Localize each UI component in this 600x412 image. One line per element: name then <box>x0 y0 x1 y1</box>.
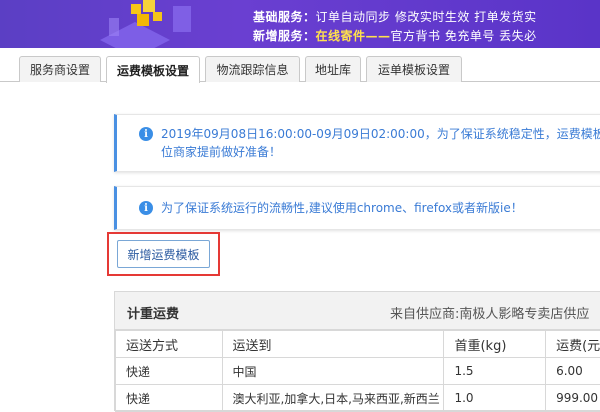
banner-illustration <box>95 0 205 48</box>
cell-first-weight: 1.0 <box>444 385 546 412</box>
cell-fee: 6.00 <box>546 358 600 385</box>
tab-address-book[interactable]: 地址库 <box>305 56 361 82</box>
tab-logistics-tracking[interactable]: 物流跟踪信息 <box>205 56 300 82</box>
header-shipping-method: 运送方式 <box>116 331 223 358</box>
add-shipping-template-button[interactable]: 新增运费模板 <box>117 240 210 268</box>
weight-shipping-panel: 计重运费 来自供应商:南极人影略专卖店供应 运送方式 运送到 首重(kg) 运费… <box>114 291 600 411</box>
tab-provider-settings[interactable]: 服务商设置 <box>19 56 101 82</box>
table-header-row: 运送方式 运送到 首重(kg) 运费(元) <box>116 331 600 358</box>
cell-destination: 中国 <box>222 358 444 385</box>
settings-tabs: 服务商设置 运费模板设置 物流跟踪信息 地址库 运单模板设置 <box>0 56 600 82</box>
tab-waybill-template-settings[interactable]: 运单模板设置 <box>366 56 462 82</box>
add-template-highlight: 新增运费模板 <box>107 232 220 276</box>
tab-shipping-template-settings[interactable]: 运费模板设置 <box>106 56 200 83</box>
new-service-highlight[interactable]: 在线寄件—— <box>316 29 391 43</box>
service-banner: 基础服务：订单自动同步 修改实时生效 打单发货实 新增服务：在线寄件——官方背书… <box>0 0 600 48</box>
new-service-label: 新增服务： <box>253 29 316 43</box>
banner-line-new: 新增服务：在线寄件——官方背书 免充单号 丢失必 <box>253 27 537 44</box>
cell-first-weight: 1.5 <box>444 358 546 385</box>
notice-line: 位商家提前做好准备！ <box>161 143 600 161</box>
panel-title: 计重运费 <box>127 303 179 322</box>
table-row: 快递 澳大利亚,加拿大,日本,马来西亚,新西兰 1.0 999.00 <box>116 385 600 412</box>
cell-destination: 澳大利亚,加拿大,日本,马来西亚,新西兰 <box>222 385 444 412</box>
browser-notice-text: 为了保证系统运行的流畅性,建议使用chrome、firefox或者新版ie！ <box>161 199 600 217</box>
basic-service-label: 基础服务： <box>253 10 316 24</box>
banner-line-basic: 基础服务：订单自动同步 修改实时生效 打单发货实 <box>253 8 537 25</box>
cell-fee: 999.00 <box>546 385 600 412</box>
panel-header: 计重运费 来自供应商:南极人影略专卖店供应 <box>115 292 600 330</box>
cell-method: 快递 <box>116 385 223 412</box>
browser-notice: i 为了保证系统运行的流畅性,建议使用chrome、firefox或者新版ie！ <box>114 186 600 230</box>
maintenance-notice-text: 2019年09月08日16:00:00-09月09日02:00:00，为了保证系… <box>161 125 600 161</box>
cell-method: 快递 <box>116 358 223 385</box>
info-icon: i <box>139 127 153 141</box>
new-service-text: 官方背书 免充单号 丢失必 <box>391 29 537 43</box>
panel-source: 来自供应商:南极人影略专卖店供应 <box>390 303 589 322</box>
header-first-weight: 首重(kg) <box>444 331 546 358</box>
header-fee: 运费(元) <box>546 331 600 358</box>
notice-line: 2019年09月08日16:00:00-09月09日02:00:00，为了保证系… <box>161 125 600 143</box>
table-row: 快递 中国 1.5 6.00 <box>116 358 600 385</box>
header-destination: 运送到 <box>222 331 444 358</box>
info-icon: i <box>139 201 153 215</box>
maintenance-notice: i 2019年09月08日16:00:00-09月09日02:00:00，为了保… <box>114 114 600 172</box>
basic-service-text: 订单自动同步 修改实时生效 打单发货实 <box>316 10 537 24</box>
